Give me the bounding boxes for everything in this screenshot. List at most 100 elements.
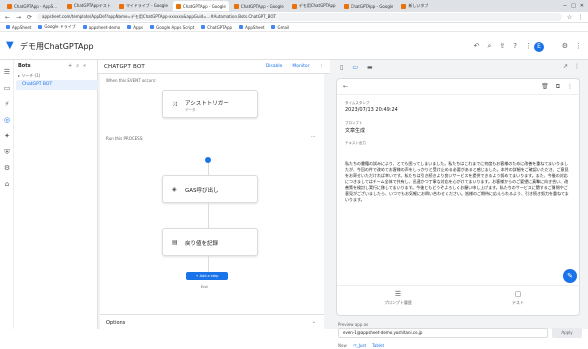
bookmark-item[interactable]: AppSheet [6,25,31,30]
browser-tab[interactable]: 新しいタブ [398,1,443,11]
connector-line [208,256,209,272]
tab-label: テスト [512,300,524,305]
back-icon[interactable]: ← [4,14,11,21]
app-title: デモ用ChatGPTApp [20,42,94,51]
bookmark-icon [38,25,43,29]
tab-label: ChatGPTApp - Google [350,3,394,9]
search-icon[interactable]: ⌕ [487,42,491,51]
field-label: プロンプト [345,121,363,125]
process-menu-icon[interactable]: ⋯ [311,134,316,140]
settings-rail-icon[interactable]: ⚙ [3,164,11,172]
tab-favicon-icon [67,3,72,9]
tablet-icon[interactable]: ▭ [352,64,358,71]
search-bots-icon[interactable]: ⌕ [76,63,79,69]
options-section[interactable]: Options ⌄ [100,314,324,329]
step-node-gas[interactable]: ◈ GAS呼び出し [162,175,258,203]
editor-more-icon[interactable]: ⋮ [320,64,325,69]
tab-favicon-icon [233,3,239,9]
automation-icon[interactable]: ◎ [3,116,11,124]
security-icon[interactable]: ⛨ [3,148,11,156]
reload-icon[interactable]: ⟳ [26,14,33,21]
list-icon: ☰ [394,290,402,298]
more-icon[interactable]: ⋮ [575,42,582,50]
tab-favicon-icon [401,3,407,9]
tab-label: ChatGPTApp - AppSheet [14,3,59,9]
add-step-button[interactable]: + Add a step [186,272,228,280]
apps-grid-icon[interactable]: ⋮ [525,42,532,51]
tab-label: ChatGPTApp - Google [240,3,284,9]
data-change-icon: ▤ [172,239,178,246]
bookmark-item[interactable]: AppSheet [239,25,264,30]
preview-user-input[interactable]: even-1@appsheet-demo.yoshitani.co.jp [338,328,548,338]
back-arrow-icon[interactable]: ← [343,83,348,90]
device-header-icons: 🗑 ⧉ ⋮ [541,83,573,91]
step-node-record[interactable]: ▤ 戻り値を記録 [162,228,258,256]
disable-button[interactable]: Disable [266,64,283,69]
run-task-icon: ◈ [172,186,177,193]
maximize-icon[interactable]: □ [571,3,576,9]
bookmark-item[interactable]: ChatGPTApp [201,25,232,30]
tab-test[interactable]: ▢ テスト [463,290,573,306]
editor-actions: Disable Monitor ⋮ [266,64,324,69]
bookmark-label: Google ドライブ [44,24,76,29]
footer-link[interactable]: ペ_Just [353,343,366,349]
actions-icon[interactable]: ⚡ [3,100,11,108]
device-header: ← 🗑 ⧉ ⋮ [337,79,581,95]
tab-favicon-icon [175,3,181,9]
field-label: テキスト出力 [345,141,366,145]
apply-button[interactable]: Apply [552,328,582,338]
bookmark-item[interactable]: Google ドライブ [38,24,76,30]
browser-tab[interactable]: ChatGPTApp - AppSheet [4,1,62,11]
close-icon[interactable]: ✕ [580,3,584,9]
settings-icon[interactable]: ⚙ [562,42,568,50]
star-icon[interactable]: ☆ [566,14,573,21]
url-input[interactable]: appsheet.com/template/AppDef?appName=デモ用… [37,13,562,21]
avatar[interactable]: E [534,42,544,52]
add-bot-icon[interactable]: + [68,63,72,69]
event-node[interactable]: ⤨ アシストトリガー データ [162,90,258,118]
tab-favicon-icon [343,3,349,9]
bookmark-icon [6,25,10,29]
views-icon[interactable]: ▭ [3,84,11,92]
event-sub: データ [185,108,196,112]
share-icon[interactable]: ⇪ [499,42,505,51]
copy-icon[interactable]: ⧉ [556,83,560,91]
bookmark-item[interactable]: Apps [127,25,143,30]
desktop-icon[interactable]: ▬ [367,64,373,71]
chevron-down-icon: ⌄ [311,319,316,325]
browser-tab[interactable]: ChatGPTAppテスト [64,1,114,11]
preview-footer: Now ペ_Just Tablet [338,343,384,349]
browser-tab[interactable]: デモ用ChatGPTApp [288,1,339,11]
manage-icon[interactable]: ⌂ [3,180,11,188]
intelligence-icon[interactable]: ✦ [3,132,11,140]
minimize-icon[interactable]: − [563,3,567,9]
bookmark-item[interactable]: appsheet-demo [82,25,120,30]
browser-tab[interactable]: ChatGPTApp - Google [340,1,397,11]
browser-tab[interactable]: ChatGPTApp - Google [230,1,287,11]
open-new-icon[interactable]: ↗ [563,63,568,70]
phone-icon[interactable]: ▯ [340,64,343,71]
help-icon[interactable]: ? [513,42,517,51]
sidebar-subheading[interactable]: ▸ リーチ (1) [18,73,40,79]
sidebar-item-chatgpt-bot[interactable]: ChatGPT BOT [16,80,98,90]
browser-tab[interactable]: マイドライブ - Google [115,1,171,11]
tab-prompt-history[interactable]: ☰ プロンプト履歴 [343,290,453,306]
menu-icon[interactable]: ⋮ [577,14,584,21]
browser-tab[interactable]: ChatGPTApp - Google [172,1,229,11]
undo-icon[interactable]: ↶ [474,42,480,51]
address-bar: ← → ⟳ appsheet.com/template/AppDef?appNa… [0,12,588,23]
forward-icon[interactable]: → [15,14,22,21]
collapse-icon[interactable]: « [83,63,86,69]
preview-more-icon[interactable]: ⋮ [574,63,580,70]
bookmark-item[interactable]: Google Apps Script [150,25,194,30]
data-icon[interactable]: ☰ [3,68,11,76]
footer-link[interactable]: Tablet [372,343,384,349]
edit-fab-button[interactable]: ✎ [563,269,577,283]
monitor-button[interactable]: Monitor [292,64,309,69]
delete-icon[interactable]: 🗑 [541,83,549,91]
chat-icon: ▢ [514,290,522,298]
bookmark-label: Google Apps Script [156,24,195,30]
device-more-icon[interactable]: ⋮ [567,83,573,91]
bookmark-item[interactable]: Gmail [271,25,289,30]
bookmark-icon [82,25,87,29]
